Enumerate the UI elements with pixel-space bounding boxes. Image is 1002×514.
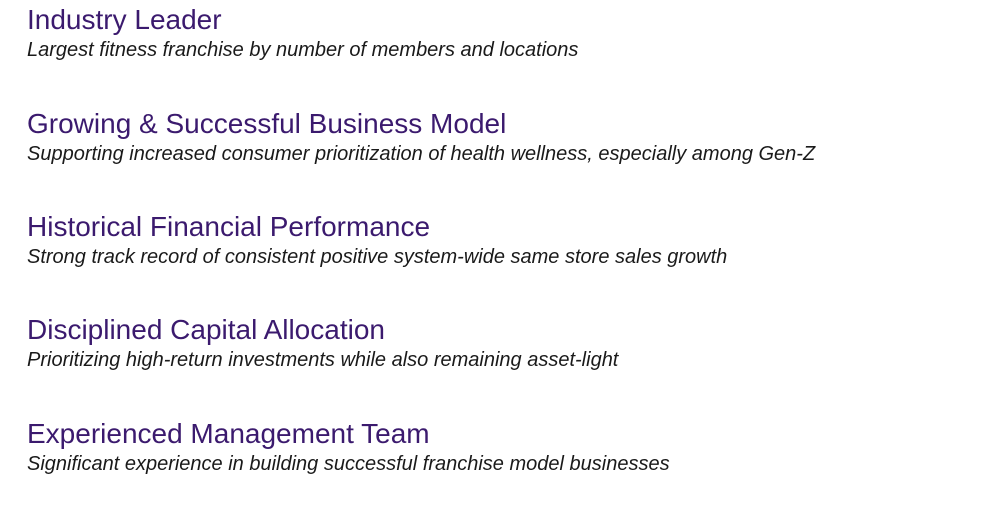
highlight-description: Significant experience in building succe…: [27, 453, 670, 475]
highlight-item-financial-performance: Historical Financial Performance Strong …: [27, 210, 987, 270]
highlight-heading: Experienced Management Team: [27, 418, 430, 449]
highlight-heading: Growing & Successful Business Model: [27, 108, 507, 139]
highlight-heading: Disciplined Capital Allocation: [27, 314, 385, 345]
highlight-heading: Industry Leader: [27, 4, 222, 35]
highlight-description: Prioritizing high-return investments whi…: [27, 349, 619, 371]
highlight-item-industry-leader: Industry Leader Largest fitness franchis…: [27, 3, 987, 63]
highlight-description: Strong track record of consistent positi…: [27, 246, 728, 268]
highlight-item-capital-allocation: Disciplined Capital Allocation Prioritiz…: [27, 313, 987, 373]
highlight-description: Largest fitness franchise by number of m…: [27, 39, 579, 61]
highlight-item-business-model: Growing & Successful Business Model Supp…: [27, 107, 987, 167]
highlight-heading: Historical Financial Performance: [27, 211, 431, 242]
highlight-item-management-team: Experienced Management Team Significant …: [27, 417, 987, 477]
highlight-description: Supporting increased consumer prioritiza…: [27, 143, 816, 165]
